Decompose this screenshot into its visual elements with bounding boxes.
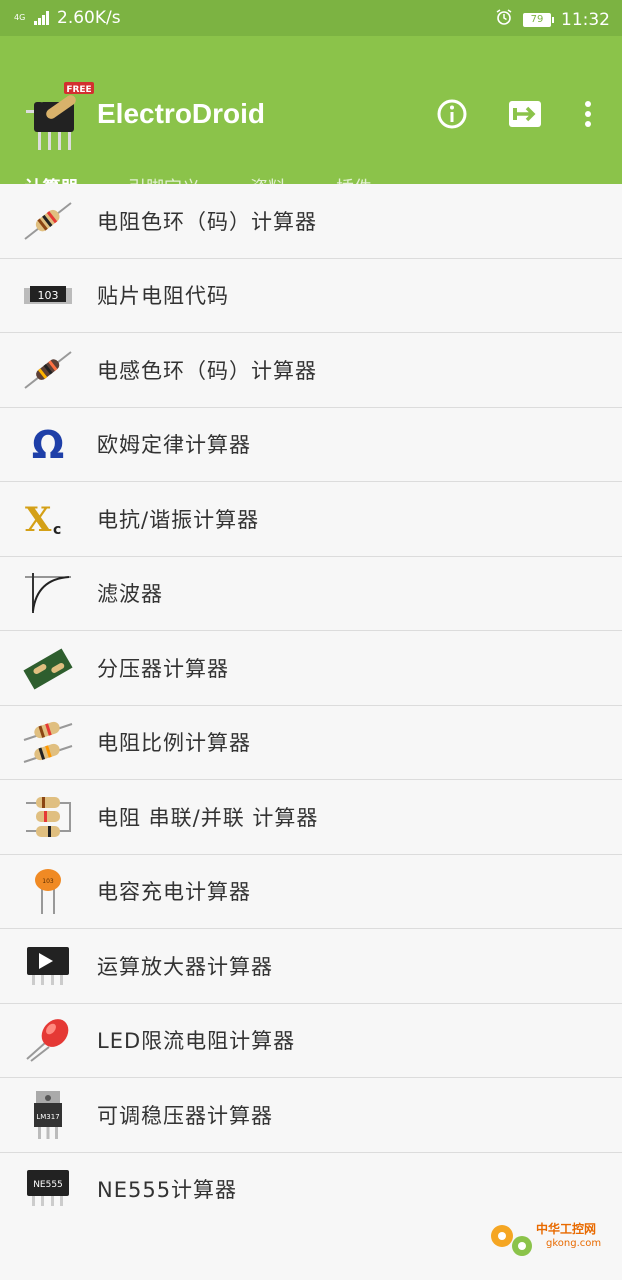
inductor-icon	[20, 344, 76, 396]
list-item-label: 滤波器	[97, 582, 163, 607]
voltage-regulator-icon: LM317	[20, 1089, 76, 1141]
status-bar: 4G 2.60K/s 79 11:32	[0, 0, 622, 36]
list-item-label: 贴片电阻代码	[97, 284, 229, 309]
opamp-icon	[20, 940, 76, 992]
list-item[interactable]: LM317 可调稳压器计算器	[0, 1078, 622, 1153]
watermark-logo: 中华工控网 gkong.com	[484, 1216, 612, 1264]
alarm-icon	[495, 8, 513, 31]
network-speed: 2.60K/s	[57, 8, 121, 28]
calculator-list: 电阻色环（码）计算器 103 贴片电阻代码 电感色环（码）计算器 Ω 欧姆定律计…	[0, 184, 622, 1226]
series-parallel-icon	[20, 791, 76, 843]
list-item-label: 可调稳压器计算器	[97, 1103, 273, 1128]
list-item[interactable]: 103 贴片电阻代码	[0, 258, 622, 333]
more-vert-icon	[585, 101, 591, 127]
list-item-label: 电抗/谐振计算器	[97, 507, 260, 532]
list-item-label: LED限流电阻计算器	[97, 1029, 296, 1054]
svg-text:c: c	[53, 522, 61, 538]
signal-icon	[34, 11, 49, 25]
regulator-part-text: LM317	[36, 1113, 59, 1121]
list-item[interactable]: 电感色环（码）计算器	[0, 333, 622, 408]
led-icon	[20, 1014, 76, 1066]
list-item[interactable]: 电阻 串联/并联 计算器	[0, 780, 622, 855]
ohm-symbol: Ω	[32, 424, 64, 464]
svg-text:103: 103	[42, 878, 54, 885]
list-item-label: 电阻 串联/并联 计算器	[97, 805, 319, 830]
filter-curve-icon	[20, 567, 76, 619]
voltage-divider-icon	[20, 642, 76, 694]
list-item[interactable]: NE555 NE555计算器	[0, 1152, 622, 1226]
overflow-menu-button[interactable]	[572, 96, 604, 132]
list-item-label: NE555计算器	[97, 1178, 238, 1203]
ohm-icon: Ω	[20, 418, 76, 470]
smd-code-text: 103	[38, 289, 59, 302]
list-item-label: 电阻色环（码）计算器	[97, 209, 317, 234]
free-badge: FREE	[66, 85, 91, 95]
reactance-symbol: X	[25, 500, 52, 539]
plugin-connector-icon	[509, 101, 541, 127]
list-item[interactable]: 运算放大器计算器	[0, 929, 622, 1004]
list-item-label: 电阻比例计算器	[97, 731, 251, 756]
clock: 11:32	[561, 9, 610, 30]
info-icon	[437, 99, 467, 129]
network-type: 4G	[14, 13, 26, 22]
resistor-color-icon	[20, 195, 76, 247]
list-item-label: 运算放大器计算器	[97, 954, 273, 979]
battery-icon: 79	[523, 12, 554, 27]
ne555-icon: NE555	[20, 1163, 76, 1215]
capacitor-icon: 103	[20, 865, 76, 917]
app-bar: FREE ElectroDroid 计算器 引脚定义 资料 插件	[0, 36, 622, 220]
reactance-icon: Xc	[20, 493, 76, 545]
list-item[interactable]: 103 电容充电计算器	[0, 854, 622, 929]
watermark-text: 中华工控网	[536, 1222, 597, 1236]
watermark-sub: gkong.com	[546, 1238, 602, 1249]
list-item[interactable]: LED限流电阻计算器	[0, 1003, 622, 1078]
list-item[interactable]: Ω 欧姆定律计算器	[0, 407, 622, 482]
list-item[interactable]: 分压器计算器	[0, 631, 622, 706]
app-logo-icon: FREE	[24, 80, 94, 156]
info-button[interactable]	[434, 96, 470, 132]
list-item-label: 分压器计算器	[97, 656, 229, 681]
ne555-chip-text: NE555	[33, 1180, 63, 1190]
list-item[interactable]: 电阻比例计算器	[0, 705, 622, 780]
smd-resistor-icon: 103	[20, 269, 76, 321]
list-item[interactable]: Xc 电抗/谐振计算器	[0, 482, 622, 557]
list-item-label: 欧姆定律计算器	[97, 433, 251, 458]
app-title: ElectroDroid	[97, 98, 266, 129]
resistor-ratio-icon	[20, 716, 76, 768]
list-item-label: 电感色环（码）计算器	[97, 358, 317, 383]
list-item-label: 电容充电计算器	[97, 880, 251, 905]
gear-icon	[491, 1225, 532, 1256]
list-item[interactable]: 电阻色环（码）计算器	[0, 184, 622, 259]
list-item[interactable]: 滤波器	[0, 556, 622, 631]
plugin-button[interactable]	[507, 96, 543, 132]
